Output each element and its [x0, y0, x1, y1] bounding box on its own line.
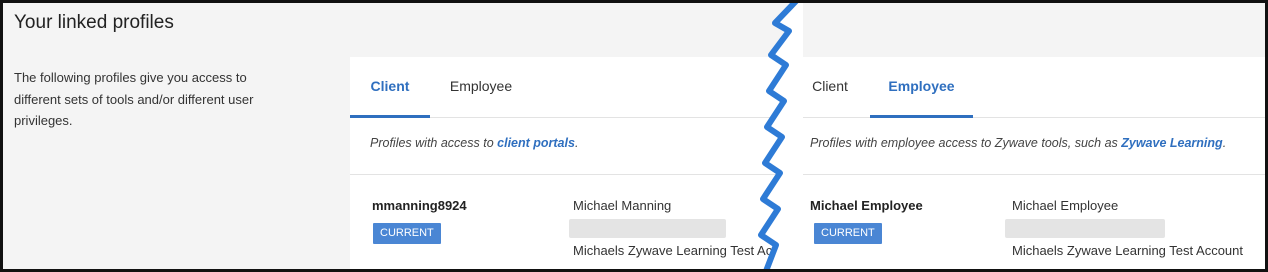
redacted-field — [1005, 219, 1165, 238]
profile-tabs: Client Employee — [350, 57, 800, 118]
divider — [793, 174, 1265, 175]
panel-description: Profiles with access to client portals. — [370, 136, 578, 150]
divider — [350, 174, 800, 175]
screenshot-frame: Your linked profiles The following profi… — [0, 0, 1268, 272]
client-portals-link[interactable]: client portals — [497, 136, 575, 150]
client-profiles-panel: Client Employee Profiles with access to … — [350, 57, 800, 269]
profile-tabs: Client Employee — [793, 57, 1265, 118]
tab-client[interactable]: Client — [801, 57, 859, 118]
description-text: Profiles with employee access to Zywave … — [810, 136, 1122, 150]
current-badge: CURRENT — [814, 223, 882, 244]
tab-client[interactable]: Client — [350, 57, 430, 118]
profile-username: Michael Employee — [810, 198, 923, 213]
page-title: Your linked profiles — [14, 12, 174, 33]
description-text: Profiles with access to — [370, 136, 498, 150]
panel-description: Profiles with employee access to Zywave … — [810, 136, 1226, 150]
tab-employee[interactable]: Employee — [440, 57, 522, 118]
profile-username: mmanning8924 — [372, 198, 467, 213]
tab-employee[interactable]: Employee — [870, 57, 973, 118]
profile-account: Michaels Zywave Learning Test Account — [1012, 243, 1243, 258]
current-badge: CURRENT — [373, 223, 441, 244]
description-end: . — [574, 136, 579, 150]
zywave-learning-link[interactable]: Zywave Learning — [1121, 136, 1222, 150]
profile-account: Michaels Zywave Learning Test Acco — [573, 243, 786, 258]
employee-profiles-panel: Client Employee Profiles with employee a… — [793, 57, 1265, 269]
redacted-field — [569, 219, 726, 238]
profile-full-name: Michael Employee — [1012, 198, 1119, 213]
intro-text: The following profiles give you access t… — [14, 70, 254, 128]
profile-full-name: Michael Manning — [573, 198, 672, 213]
description-end: . — [1222, 136, 1227, 150]
